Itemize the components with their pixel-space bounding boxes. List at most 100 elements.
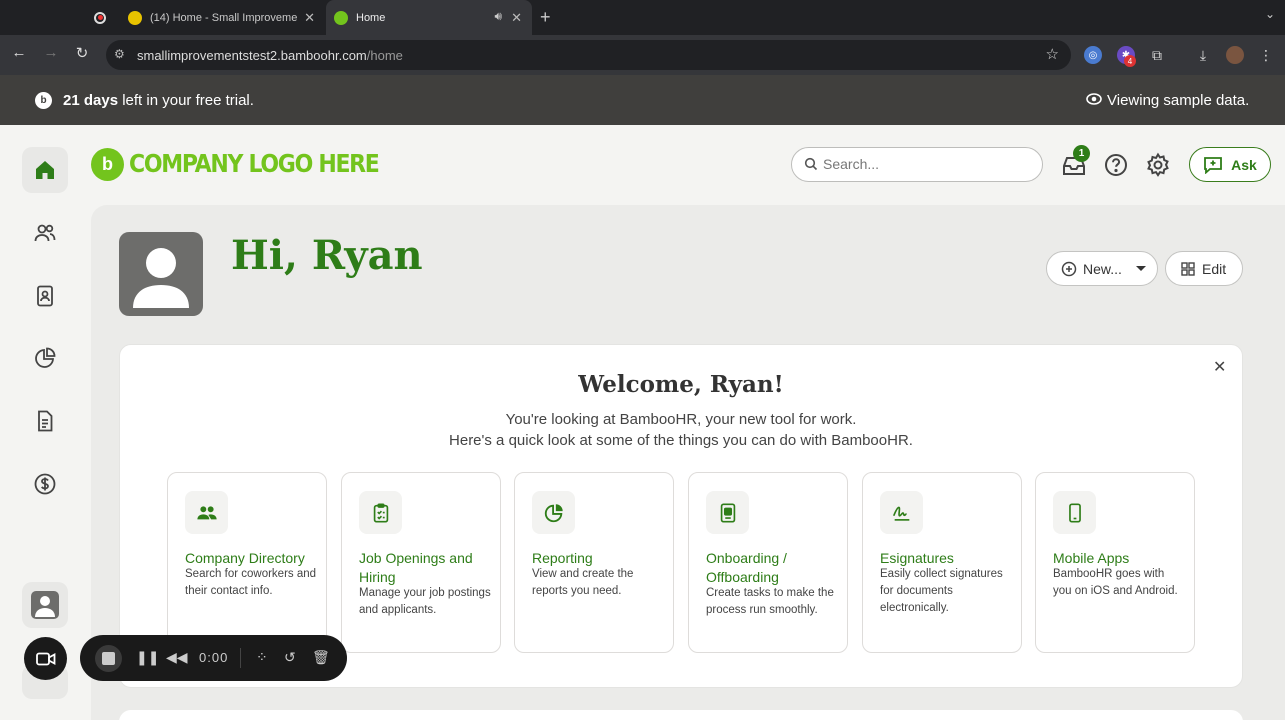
record-icon: [94, 11, 106, 24]
help-icon[interactable]: [1103, 152, 1129, 178]
tab-favicon-icon: [334, 10, 348, 25]
feature-desc: Search for coworkers and their contact i…: [185, 568, 317, 597]
reload-icon[interactable]: ↻: [71, 44, 93, 62]
sidebar-profile-button[interactable]: [22, 582, 68, 628]
profile-avatar[interactable]: [1226, 46, 1244, 64]
stop-recording-button[interactable]: [95, 645, 122, 672]
id-badge-icon: [37, 285, 53, 307]
feature-card-company-directory[interactable]: Company Directory Search for coworkers a…: [167, 472, 327, 653]
extension-badge: 4: [1124, 55, 1136, 67]
password-manager-icon[interactable]: ◎: [1084, 46, 1102, 64]
feature-card-mobile-apps[interactable]: Mobile Apps BambooHR goes with you on iO…: [1035, 472, 1195, 653]
edit-button[interactable]: Edit: [1165, 251, 1243, 286]
new-tab-button[interactable]: +: [540, 7, 551, 28]
download-icon[interactable]: ⤓: [1194, 46, 1212, 64]
stop-icon: [102, 652, 115, 665]
back-icon[interactable]: ←: [8, 44, 30, 61]
new-label: New...: [1083, 260, 1122, 277]
close-tab-icon[interactable]: ✕: [511, 10, 522, 26]
tab-search-button[interactable]: ⌄: [1265, 7, 1275, 21]
speaker-icon[interactable]: 🔊︎: [494, 9, 502, 24]
browser-toolbar: ← → ↻ ⚙ smallimprovementstest2.bamboohr.…: [0, 35, 1285, 75]
trash-icon[interactable]: 🗑︎: [312, 649, 330, 666]
sidebar-item-people[interactable]: [22, 210, 68, 256]
browser-tab-2[interactable]: Home 🔊︎ ✕: [326, 0, 532, 35]
sample-data-text: Viewing sample data.: [1107, 92, 1250, 109]
puzzle-icon[interactable]: ⧉: [1148, 46, 1166, 64]
feature-title: Onboarding / Offboarding: [706, 550, 787, 585]
new-dropdown-button[interactable]: New...: [1046, 251, 1158, 286]
pie-chart-icon: [544, 503, 563, 522]
feature-card-esignatures[interactable]: Esignatures Easily collect signatures fo…: [862, 472, 1022, 653]
trial-days-text: 21 days left in your free trial.: [63, 92, 254, 109]
url-text[interactable]: smallimprovementstest2.bamboohr.com/home: [137, 48, 403, 63]
dollar-icon: [34, 473, 56, 495]
feature-desc: View and create the reports you need.: [532, 568, 634, 597]
search-icon: [804, 157, 818, 171]
close-tab-icon[interactable]: ✕: [304, 10, 315, 26]
sidebar-item-reports[interactable]: [22, 335, 68, 381]
company-logo[interactable]: b COMPANY LOGO HERE: [91, 147, 380, 181]
plus-circle-icon: [1061, 261, 1077, 276]
people-icon: [34, 224, 56, 242]
id-badge-icon: [720, 502, 735, 523]
sidebar-item-payroll[interactable]: [22, 461, 68, 507]
feature-desc: Manage your job postings and applicants.: [359, 587, 491, 616]
greeting-title: Hi, Ryan: [231, 232, 423, 279]
inbox-badge: 1: [1073, 145, 1090, 162]
welcome-line-1: You're looking at BambooHR, your new too…: [505, 411, 857, 428]
feature-card-reporting[interactable]: Reporting View and create the reports yo…: [514, 472, 674, 653]
trial-banner: b 21 days left in your free trial. Viewi…: [0, 75, 1285, 125]
signature-icon: [892, 506, 909, 521]
recording-timer: 0:00: [199, 650, 229, 665]
clipboard-icon: [373, 502, 388, 523]
address-bar[interactable]: ⚙ smallimprovementstest2.bamboohr.com/ho…: [106, 40, 1071, 70]
forward-icon[interactable]: →: [40, 44, 62, 61]
tab-title: (14) Home - Small Improveme: [150, 11, 298, 24]
camera-toggle-button[interactable]: [24, 637, 67, 680]
tab-favicon-icon: [128, 10, 142, 25]
drag-handle-icon[interactable]: ⁘: [256, 649, 268, 666]
video-camera-icon: [35, 652, 55, 665]
tab-title: Home: [356, 11, 386, 24]
user-avatar-icon: [31, 591, 59, 619]
ask-button[interactable]: Ask: [1189, 147, 1271, 182]
pause-icon[interactable]: ❚❚: [136, 649, 159, 666]
people-icon: [196, 505, 217, 519]
document-icon: [38, 410, 53, 432]
logo-mark: b: [91, 147, 124, 181]
divider: [240, 648, 241, 668]
sidebar-item-documents[interactable]: [22, 398, 68, 444]
bamboohr-logo-icon: b: [35, 92, 52, 109]
feature-card-onboarding[interactable]: Onboarding / Offboarding Create tasks to…: [688, 472, 848, 653]
recording-tab-indicator[interactable]: [84, 0, 116, 35]
ask-label: Ask: [1231, 156, 1257, 173]
feature-card-job-openings[interactable]: Job Openings and Hiring Manage your job …: [341, 472, 501, 653]
search-box[interactable]: [791, 147, 1043, 182]
feature-title: Job Openings and Hiring: [359, 550, 473, 585]
grid-icon: [1181, 261, 1195, 276]
user-silhouette-icon: [133, 248, 189, 308]
sidebar-item-my-info[interactable]: [22, 273, 68, 319]
chat-sparkle-icon: [1204, 156, 1223, 174]
sidebar-item-home[interactable]: [22, 147, 68, 193]
rewind-icon[interactable]: ◀◀: [166, 649, 188, 666]
welcome-title: Welcome, Ryan!: [578, 371, 784, 398]
phone-icon: [1068, 502, 1081, 523]
recording-control-bar: ❚❚ ◀◀ 0:00 ⁘ ↺ 🗑︎: [80, 635, 347, 681]
bookmark-star-icon[interactable]: ☆: [1046, 45, 1059, 63]
edit-label: Edit: [1202, 260, 1227, 277]
restart-icon[interactable]: ↺: [284, 649, 296, 666]
logo-text: COMPANY LOGO HERE: [129, 149, 380, 179]
browser-tab-1[interactable]: (14) Home - Small Improveme ✕: [120, 0, 325, 35]
browser-menu-icon[interactable]: ⋮: [1257, 46, 1275, 64]
browser-tab-strip: (14) Home - Small Improveme ✕ Home 🔊︎ ✕ …: [0, 0, 1285, 35]
welcome-line-2: Here's a quick look at some of the thing…: [449, 432, 913, 449]
site-info-icon[interactable]: ⚙: [114, 47, 125, 61]
settings-gear-icon[interactable]: [1145, 152, 1171, 178]
eye-icon: [1086, 93, 1102, 108]
user-avatar[interactable]: [119, 232, 203, 316]
search-input[interactable]: [823, 156, 1023, 172]
feature-desc: Create tasks to make the process run smo…: [706, 587, 834, 616]
left-sidebar: [0, 125, 90, 720]
